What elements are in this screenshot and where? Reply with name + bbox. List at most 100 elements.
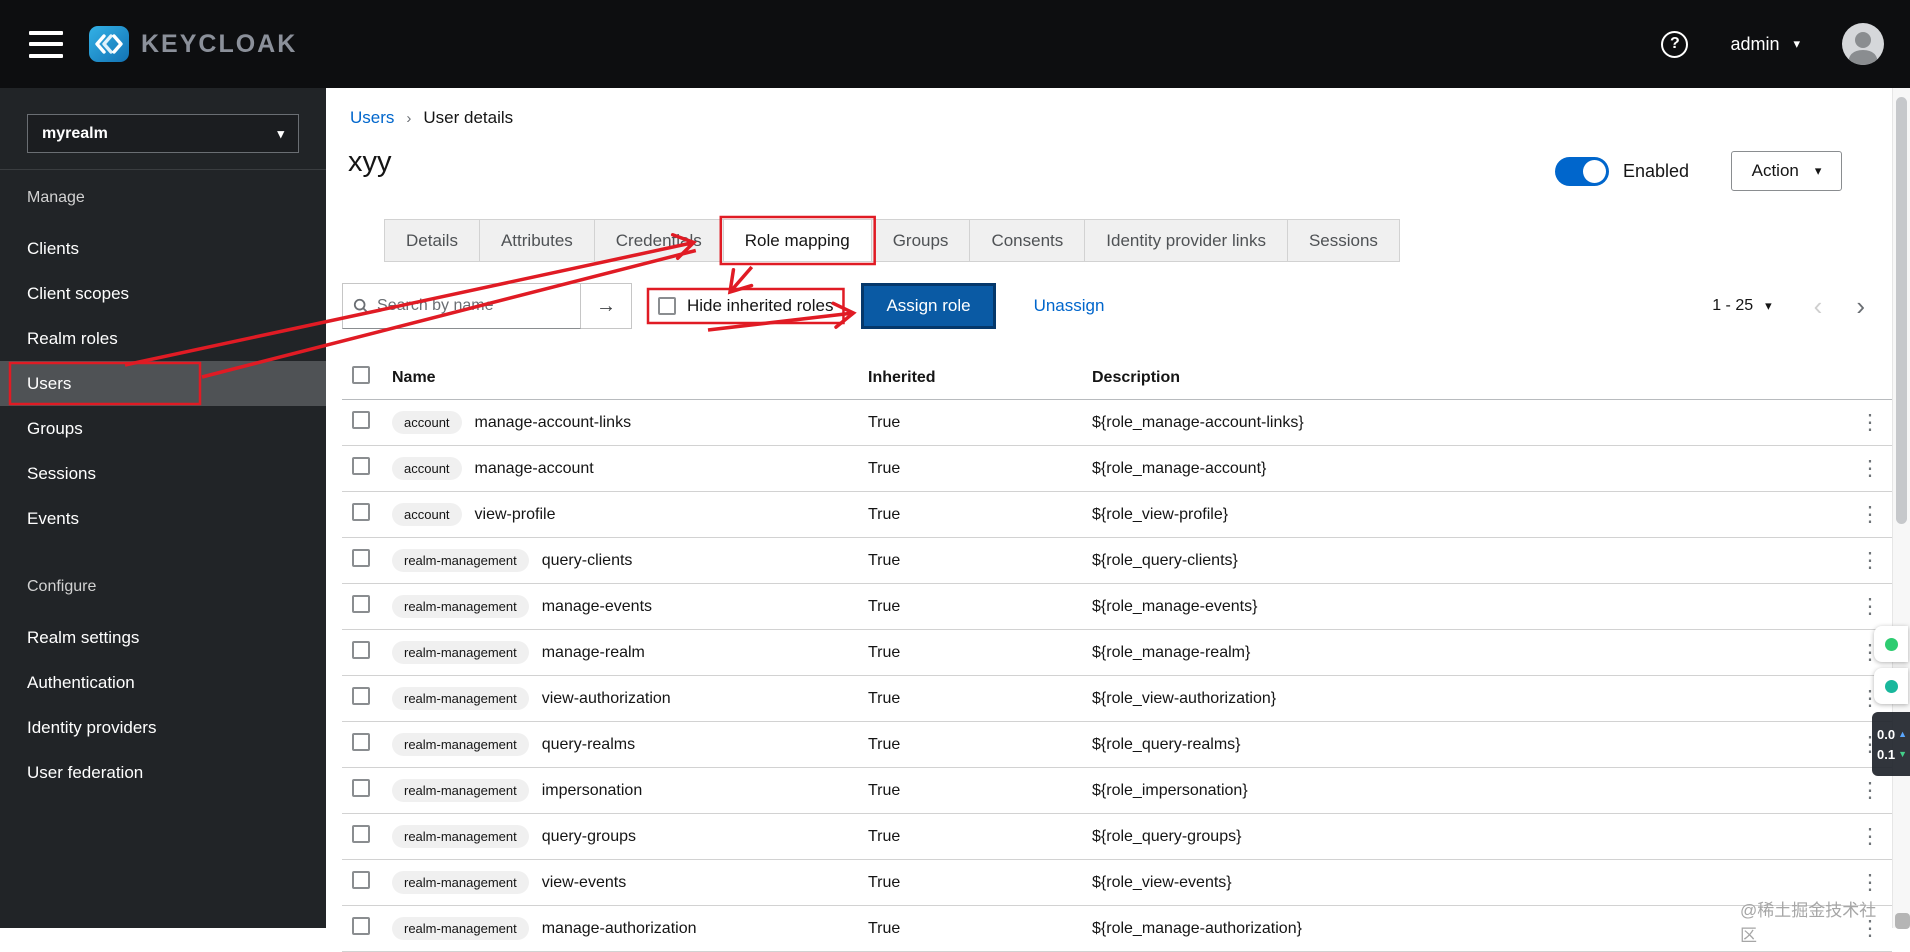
role-name: manage-events — [542, 598, 652, 616]
hide-inherited-checkbox[interactable] — [658, 297, 676, 315]
unassign-button[interactable]: Unassign — [1034, 296, 1105, 316]
inherited-value: True — [868, 828, 1092, 846]
inherited-value: True — [868, 920, 1092, 938]
sidebar-item-sessions[interactable]: Sessions — [0, 451, 326, 496]
tab-consents[interactable]: Consents — [970, 220, 1085, 261]
keycloak-logo: KEYCLOAK — [87, 22, 297, 66]
role-description: ${role_query-realms} — [1092, 736, 1848, 754]
brand-text: KEYCLOAK — [141, 30, 297, 59]
previous-page-button[interactable]: ‹ — [1814, 293, 1823, 319]
kebab-menu-icon[interactable]: ⋮ — [1848, 870, 1892, 895]
search-input[interactable] — [377, 297, 570, 315]
chevron-down-icon: ▾ — [1765, 298, 1772, 314]
kebab-menu-icon[interactable]: ⋮ — [1848, 502, 1892, 527]
row-checkbox[interactable] — [352, 503, 370, 521]
breadcrumb-users-link[interactable]: Users — [350, 108, 394, 128]
row-checkbox[interactable] — [352, 733, 370, 751]
row-checkbox[interactable] — [352, 411, 370, 429]
overlay-widget-teal-dot[interactable] — [1874, 668, 1908, 704]
sidebar-item-client-scopes[interactable]: Client scopes — [0, 271, 326, 316]
hide-inherited-label: Hide inherited roles — [687, 296, 833, 316]
role-name: view-events — [542, 874, 626, 892]
avatar[interactable] — [1842, 23, 1884, 65]
search-submit-button[interactable]: → — [581, 283, 632, 329]
main-content: Users › User details xyy Enabled Action … — [326, 88, 1910, 928]
tab-identity-provider-links[interactable]: Identity provider links — [1085, 220, 1288, 261]
kebab-menu-icon[interactable]: ⋮ — [1848, 824, 1892, 849]
role-description: ${role_manage-authorization} — [1092, 920, 1848, 938]
row-checkbox[interactable] — [352, 549, 370, 567]
inherited-value: True — [868, 460, 1092, 478]
inherited-value: True — [868, 690, 1092, 708]
client-badge: realm-management — [392, 917, 529, 940]
row-checkbox[interactable] — [352, 687, 370, 705]
client-badge: realm-management — [392, 549, 529, 572]
kebab-menu-icon[interactable]: ⋮ — [1848, 410, 1892, 435]
client-badge: realm-management — [392, 825, 529, 848]
username: admin — [1730, 34, 1779, 55]
assign-role-button[interactable]: Assign role — [861, 283, 995, 329]
user-menu[interactable]: admin ▾ — [1730, 34, 1800, 55]
row-checkbox[interactable] — [352, 917, 370, 935]
role-name: query-clients — [542, 552, 633, 570]
sidebar-item-clients[interactable]: Clients — [0, 226, 326, 271]
sidebar-item-realm-settings[interactable]: Realm settings — [0, 615, 326, 660]
sidebar-item-authentication[interactable]: Authentication — [0, 660, 326, 705]
nav-section-title-manage: Manage — [0, 188, 326, 208]
role-name: view-profile — [475, 506, 556, 524]
sidebar-item-user-federation[interactable]: User federation — [0, 750, 326, 795]
scrollbar-thumb[interactable] — [1896, 97, 1907, 524]
client-badge: account — [392, 457, 462, 480]
select-all-checkbox[interactable] — [352, 366, 370, 384]
next-page-button[interactable]: › — [1856, 293, 1865, 319]
tab-role-mapping[interactable]: Role mapping — [724, 220, 872, 261]
row-checkbox[interactable] — [352, 595, 370, 613]
table-header-row: Name Inherited Description — [342, 356, 1892, 400]
sidebar-nav: ManageClientsClient scopesRealm rolesUse… — [0, 170, 326, 795]
watermark: @稀土掘金技术社区 — [1740, 896, 1910, 946]
help-icon[interactable]: ? — [1661, 31, 1688, 58]
role-description: ${role_query-groups} — [1092, 828, 1848, 846]
row-checkbox[interactable] — [352, 457, 370, 475]
tab-sessions[interactable]: Sessions — [1288, 220, 1399, 261]
pagination-dropdown[interactable]: 1 - 25 ▾ — [1712, 297, 1771, 315]
action-dropdown[interactable]: Action ▾ — [1731, 151, 1842, 191]
row-checkbox[interactable] — [352, 779, 370, 797]
tab-attributes[interactable]: Attributes — [480, 220, 595, 261]
role-description: ${role_view-authorization} — [1092, 690, 1848, 708]
inherited-value: True — [868, 552, 1092, 570]
enabled-toggle[interactable] — [1555, 157, 1609, 186]
tab-groups[interactable]: Groups — [872, 220, 971, 261]
table-body: accountmanage-account-linksTrue${role_ma… — [342, 400, 1892, 952]
green-dot-icon — [1885, 638, 1898, 651]
kebab-menu-icon[interactable]: ⋮ — [1848, 456, 1892, 481]
kebab-menu-icon[interactable]: ⋮ — [1848, 594, 1892, 619]
breadcrumb-current: User details — [423, 108, 513, 128]
header-actions: Enabled Action ▾ — [1555, 150, 1842, 192]
sidebar-item-users[interactable]: Users — [0, 361, 326, 406]
table-row: realm-managementmanage-eventsTrue${role_… — [342, 584, 1892, 630]
menu-toggle-icon[interactable] — [29, 31, 63, 58]
search-group: → — [342, 283, 632, 329]
sidebar-item-realm-roles[interactable]: Realm roles — [0, 316, 326, 361]
network-speed-overlay: 0.0 ▲ 0.1 ▼ — [1872, 712, 1910, 776]
hide-inherited-group: Hide inherited roles — [658, 296, 833, 316]
tab-credentials[interactable]: Credentials — [595, 220, 724, 261]
tab-details[interactable]: Details — [385, 220, 480, 261]
table-row: realm-managementmanage-realmTrue${role_m… — [342, 630, 1892, 676]
sidebar-item-events[interactable]: Events — [0, 496, 326, 541]
table-row: realm-managementimpersonationTrue${role_… — [342, 768, 1892, 814]
sidebar-item-identity-providers[interactable]: Identity providers — [0, 705, 326, 750]
row-checkbox[interactable] — [352, 641, 370, 659]
row-checkbox[interactable] — [352, 825, 370, 843]
overlay-widget-green-dot[interactable] — [1874, 626, 1908, 662]
kebab-menu-icon[interactable]: ⋮ — [1848, 778, 1892, 803]
realm-selector[interactable]: myrealm ▾ — [27, 114, 299, 153]
kebab-menu-icon[interactable]: ⋮ — [1848, 548, 1892, 573]
client-badge: realm-management — [392, 871, 529, 894]
row-checkbox[interactable] — [352, 871, 370, 889]
table-row: realm-managementquery-clientsTrue${role_… — [342, 538, 1892, 584]
sidebar-item-groups[interactable]: Groups — [0, 406, 326, 451]
nav-section-title-configure: Configure — [0, 577, 326, 597]
table-row: realm-managementquery-groupsTrue${role_q… — [342, 814, 1892, 860]
